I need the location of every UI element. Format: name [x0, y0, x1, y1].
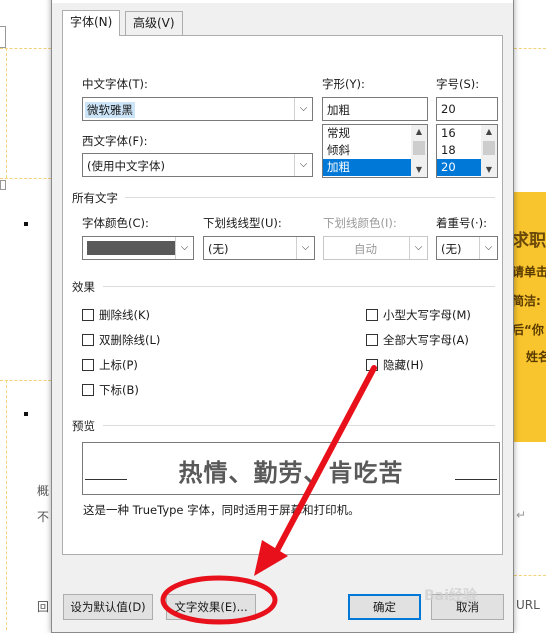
preview-font-note: 这是一种 TrueType 字体，同时适用于屏幕和打印机。: [83, 503, 360, 517]
emphasis-value: (无): [441, 242, 462, 256]
document-text: 不: [37, 510, 50, 524]
strikethrough-checkbox[interactable]: [82, 309, 94, 321]
font-tab-panel: 中文字体(T): 微软雅黑 ⌵ 字形(Y): 加粗 常规 倾斜 加粗 ▲ ▼ 字…: [62, 35, 503, 555]
banner-text: 后“你: [512, 323, 544, 337]
dialog-titlebar: 字体 ✕: [52, 0, 513, 3]
western-font-value: (使用中文字体): [87, 159, 165, 173]
underline-color-value: 自动: [354, 242, 377, 256]
effects-section-label: 效果: [72, 280, 95, 294]
chevron-down-icon[interactable]: ⌵: [294, 154, 312, 176]
underline-style-combo[interactable]: (无) ⌵: [203, 236, 315, 260]
page-guide-line: [6, 48, 7, 178]
scrollbar[interactable]: ▲ ▼: [411, 125, 427, 177]
superscript-label[interactable]: 上标(P): [99, 357, 138, 373]
preview-sample-text: 热情、勤劳、肯吃苦: [178, 459, 404, 487]
document-text: URL: [516, 598, 540, 612]
chevron-down-icon[interactable]: ⌵: [296, 237, 314, 259]
scroll-up-icon[interactable]: ▲: [411, 125, 427, 139]
page-guide-line: [514, 48, 546, 49]
western-font-combo[interactable]: (使用中文字体) ⌵: [82, 153, 313, 177]
chinese-font-label: 中文字体(T):: [82, 77, 148, 91]
chevron-down-icon[interactable]: ⌵: [409, 237, 427, 259]
section-divider: [103, 425, 495, 426]
banner-text: 简洁:: [512, 294, 541, 308]
subscript-label[interactable]: 下标(B): [99, 382, 139, 398]
banner-text: 姓名: [526, 350, 546, 364]
double-strikethrough-checkbox[interactable]: [82, 334, 94, 346]
font-style-label: 字形(Y):: [322, 77, 365, 91]
emphasis-label: 着重号(·):: [436, 216, 488, 230]
small-caps-label[interactable]: 小型大写字母(M): [383, 307, 471, 323]
page-guide-line: [0, 48, 56, 49]
text-effects-button[interactable]: 文字效果(E)...: [166, 594, 256, 620]
chinese-font-combo[interactable]: 微软雅黑 ⌵: [82, 97, 313, 121]
tab-font[interactable]: 字体(N): [62, 10, 121, 36]
section-divider: [125, 197, 495, 198]
all-caps-label[interactable]: 全部大写字母(A): [383, 332, 469, 348]
preview-section-label: 预览: [72, 419, 95, 433]
scrollbar[interactable]: ▲ ▼: [481, 125, 497, 177]
font-color-label: 字体颜色(C):: [82, 216, 149, 230]
font-color-combo[interactable]: ⌵: [82, 236, 194, 260]
chinese-font-value: 微软雅黑: [85, 102, 135, 118]
underline-style-label: 下划线线型(U):: [203, 216, 282, 230]
hidden-label[interactable]: 隐藏(H): [383, 357, 424, 373]
banner-text: 请单击: [512, 265, 546, 279]
watermark-logo: Bai经验: [424, 588, 477, 604]
all-caps-checkbox[interactable]: [366, 334, 378, 346]
western-font-label: 西文字体(F):: [82, 134, 148, 148]
chevron-down-icon[interactable]: ⌵: [294, 98, 312, 120]
scroll-thumb[interactable]: [483, 141, 495, 155]
font-size-label: 字号(S):: [436, 77, 480, 91]
page-guide-line: [0, 380, 56, 381]
font-style-list[interactable]: 常规 倾斜 加粗 ▲ ▼: [322, 124, 428, 178]
chevron-down-icon[interactable]: ⌵: [479, 237, 497, 259]
scroll-down-icon[interactable]: ▼: [481, 163, 497, 177]
all-text-section-label: 所有文字: [72, 191, 118, 205]
tab-advanced[interactable]: 高级(V): [125, 11, 183, 35]
font-size-input[interactable]: 20: [436, 97, 498, 121]
hidden-checkbox[interactable]: [366, 359, 378, 371]
small-caps-checkbox[interactable]: [366, 309, 378, 321]
strikethrough-label[interactable]: 删除线(K): [99, 307, 150, 323]
font-style-value: 加粗: [327, 103, 350, 117]
paragraph-mark-icon: ↵: [516, 508, 527, 522]
font-dialog: 字体 ✕ 字体(N) 高级(V) 中文字体(T): 微软雅黑 ⌵ 字形(Y): …: [51, 0, 514, 633]
page-guide-line: [0, 178, 56, 179]
chevron-down-icon[interactable]: ⌵: [175, 237, 193, 259]
bullet-point: [24, 222, 28, 226]
underline-color-combo[interactable]: 自动 ⌵: [323, 236, 428, 260]
emphasis-combo[interactable]: (无) ⌵: [436, 236, 498, 260]
font-style-input[interactable]: 加粗: [322, 97, 428, 121]
font-size-value: 20: [441, 102, 456, 116]
anchor-icon: [0, 180, 6, 190]
ok-button[interactable]: 确定: [348, 594, 421, 620]
double-strikethrough-label[interactable]: 双删除线(L): [99, 332, 160, 348]
page-guide-line: [514, 575, 546, 576]
font-size-list[interactable]: 16 18 20 ▲ ▼: [436, 124, 498, 178]
scroll-down-icon[interactable]: ▼: [411, 163, 427, 177]
document-text: 概: [37, 484, 50, 498]
underline-color-label: 下划线颜色(I):: [323, 216, 397, 230]
set-default-button[interactable]: 设为默认值(D): [63, 594, 153, 620]
bullet-point: [24, 412, 28, 416]
color-swatch: [87, 241, 175, 255]
scroll-up-icon[interactable]: ▲: [481, 125, 497, 139]
underline-style-value: (无): [208, 242, 229, 256]
preview-box: 热情、勤劳、肯吃苦: [82, 442, 500, 495]
page-guide-line: [6, 380, 7, 630]
banner-text: 求职: [512, 231, 546, 251]
document-edge-box: [0, 26, 6, 48]
scroll-thumb[interactable]: [413, 141, 425, 155]
section-divider: [103, 286, 495, 287]
subscript-checkbox[interactable]: [82, 384, 94, 396]
document-text: 回: [37, 600, 50, 614]
superscript-checkbox[interactable]: [82, 359, 94, 371]
